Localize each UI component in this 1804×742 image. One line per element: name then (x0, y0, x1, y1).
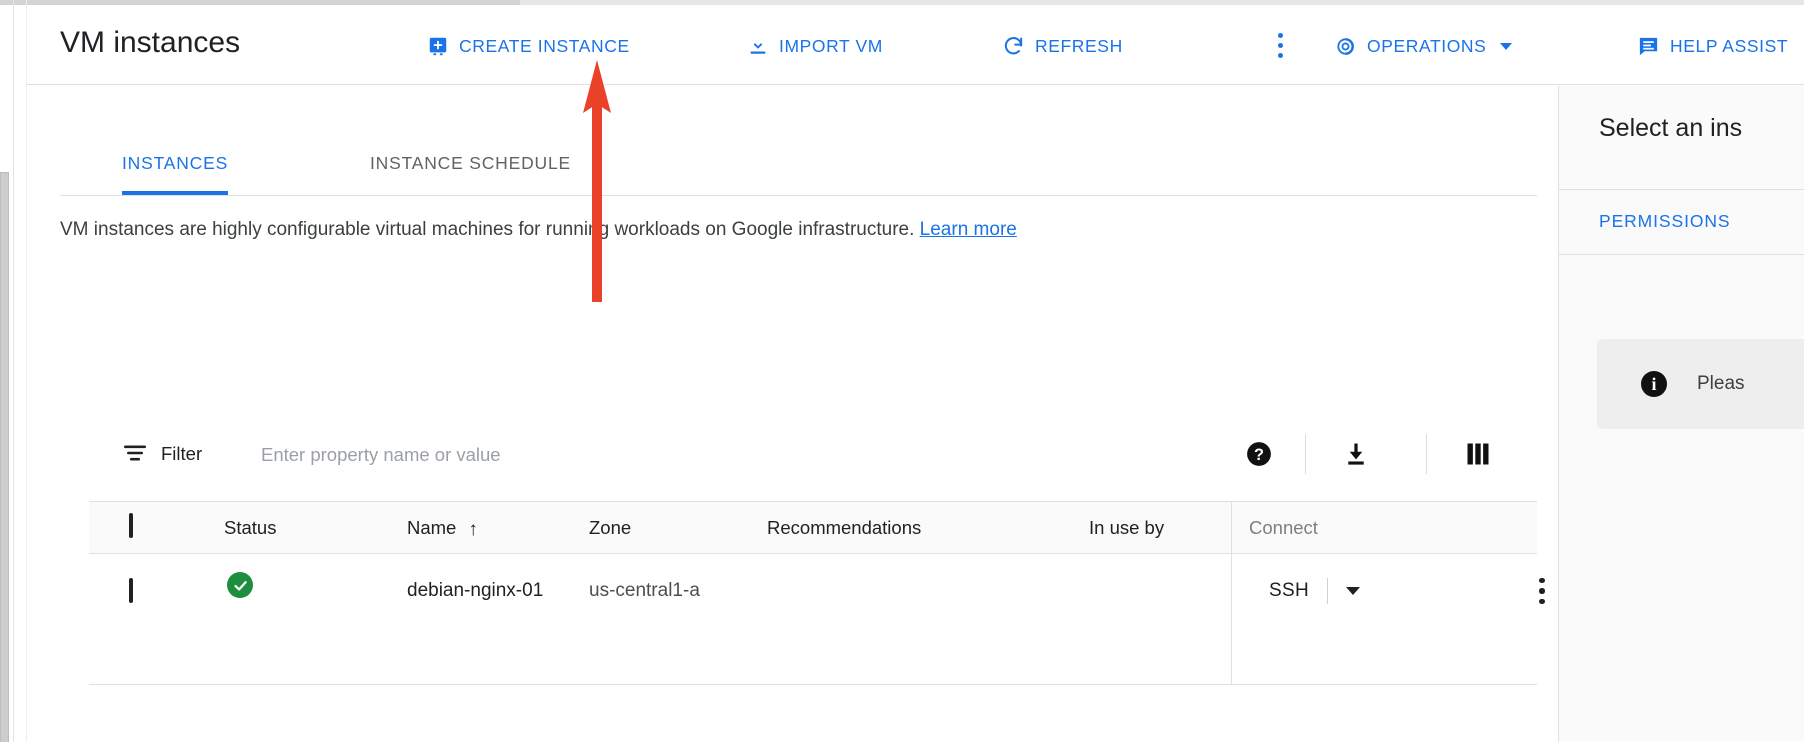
column-header-name-label: Name (407, 517, 457, 538)
operations-icon (1334, 35, 1357, 58)
side-panel-tab-permissions[interactable]: PERMISSIONS (1599, 211, 1730, 232)
learn-more-link[interactable]: Learn more (920, 219, 1017, 240)
kebab-dot-icon (1539, 588, 1545, 594)
filter-icon[interactable] (124, 445, 146, 461)
column-display-options-icon[interactable] (1461, 437, 1495, 471)
info-side-panel: Select an ins PERMISSIONS i Pleas (1558, 86, 1804, 742)
page-description: VM instances are highly configurable vir… (60, 209, 1090, 251)
table-column-divider (1231, 554, 1232, 684)
status-running-icon (227, 572, 253, 598)
table-row[interactable]: debian-nginx-01 us-central1-a SSH (89, 554, 1545, 685)
instance-zone-cell: us-central1-a (589, 580, 700, 601)
svg-text:?: ? (1254, 446, 1264, 464)
toolbar-overflow-menu-button[interactable] (1267, 27, 1293, 63)
ssh-connect-button[interactable]: SSH (1269, 574, 1360, 608)
import-vm-label: IMPORT VM (779, 35, 883, 56)
table-horizontal-scrollbar[interactable] (89, 708, 1537, 724)
instances-content-area: INSTANCES INSTANCE SCHEDULE VM instances… (27, 86, 1558, 742)
filter-label: Filter (161, 443, 203, 464)
side-panel-info-text: Pleas (1697, 373, 1745, 394)
refresh-label: REFRESH (1035, 35, 1123, 56)
row-select-checkbox-cell (129, 570, 133, 611)
table-header-row: Status Name ↑ Zone Recommendations In use… (89, 501, 1537, 554)
kebab-dot-icon (1539, 598, 1545, 605)
create-instance-button[interactable]: CREATE INSTANCE (427, 29, 630, 63)
info-icon: i (1641, 371, 1667, 397)
page-vertical-scrollbar-thumb[interactable] (0, 172, 9, 742)
page-vertical-scrollbar[interactable] (0, 86, 10, 742)
side-panel-divider (1559, 254, 1804, 255)
filter-input[interactable] (259, 443, 963, 467)
side-panel-title: Select an ins (1599, 114, 1743, 142)
operations-label: OPERATIONS (1367, 35, 1487, 56)
download-icon[interactable] (1339, 437, 1373, 471)
tab-instances-label: INSTANCES (122, 153, 229, 173)
filter-bar-divider (1305, 434, 1306, 474)
instances-table: Status Name ↑ Zone Recommendations In use… (89, 501, 1545, 685)
tab-instance-schedule-label: INSTANCE SCHEDULE (370, 153, 571, 173)
ssh-button-divider (1326, 578, 1328, 604)
import-download-icon (747, 35, 769, 57)
page-title: VM instances (60, 26, 241, 59)
operations-button[interactable]: OPERATIONS (1334, 29, 1513, 63)
help-assistant-button[interactable]: HELP ASSIST (1637, 29, 1788, 63)
page-description-text: VM instances are highly configurable vir… (60, 219, 915, 240)
instance-status-cell (227, 572, 253, 598)
column-header-status[interactable]: Status (224, 517, 276, 539)
vm-instances-page: VM instances CREATE INSTANCE IMPORT VM R… (0, 0, 1804, 742)
tab-instances[interactable]: INSTANCES (122, 144, 229, 195)
import-vm-button[interactable]: IMPORT VM (747, 29, 883, 63)
kebab-dot-icon (1277, 52, 1283, 58)
select-all-checkbox[interactable] (129, 513, 133, 538)
tab-bar: INSTANCES INSTANCE SCHEDULE (60, 144, 1537, 196)
create-instance-label: CREATE INSTANCE (459, 35, 630, 56)
filter-bar-divider (1426, 434, 1427, 474)
kebab-dot-icon (1277, 42, 1283, 48)
row-overflow-menu-button[interactable] (1529, 574, 1555, 608)
refresh-button[interactable]: REFRESH (1002, 29, 1123, 63)
left-edge-divider (13, 0, 14, 742)
column-header-in-use-by[interactable]: In use by (1089, 517, 1164, 539)
column-header-recommendations[interactable]: Recommendations (767, 517, 921, 539)
chevron-down-icon (1500, 42, 1513, 50)
help-assistant-icon (1637, 35, 1660, 58)
column-header-name[interactable]: Name ↑ (407, 517, 478, 541)
help-assistant-label: HELP ASSIST (1670, 35, 1789, 56)
filter-bar: Filter ? (89, 419, 1537, 485)
sort-ascending-icon: ↑ (468, 519, 478, 540)
kebab-dot-icon (1277, 32, 1283, 38)
ssh-connect-label: SSH (1269, 580, 1309, 601)
add-box-icon (427, 35, 449, 57)
column-header-zone[interactable]: Zone (589, 517, 631, 539)
row-select-checkbox[interactable] (129, 578, 133, 603)
instance-name-cell[interactable]: debian-nginx-01 (407, 570, 557, 611)
chevron-down-icon[interactable] (1345, 587, 1360, 595)
side-panel-divider (1559, 189, 1804, 190)
side-panel-info-box: i Pleas (1597, 339, 1804, 429)
column-header-connect: Connect (1249, 517, 1318, 538)
table-column-divider (1231, 502, 1232, 553)
page-header-toolbar: VM instances CREATE INSTANCE IMPORT VM R… (27, 5, 1804, 85)
kebab-dot-icon (1539, 577, 1545, 584)
help-circle-icon[interactable]: ? (1242, 437, 1276, 471)
tab-instance-schedule[interactable]: INSTANCE SCHEDULE (370, 144, 571, 195)
select-all-checkbox-cell (129, 513, 133, 538)
refresh-icon (1002, 35, 1025, 58)
